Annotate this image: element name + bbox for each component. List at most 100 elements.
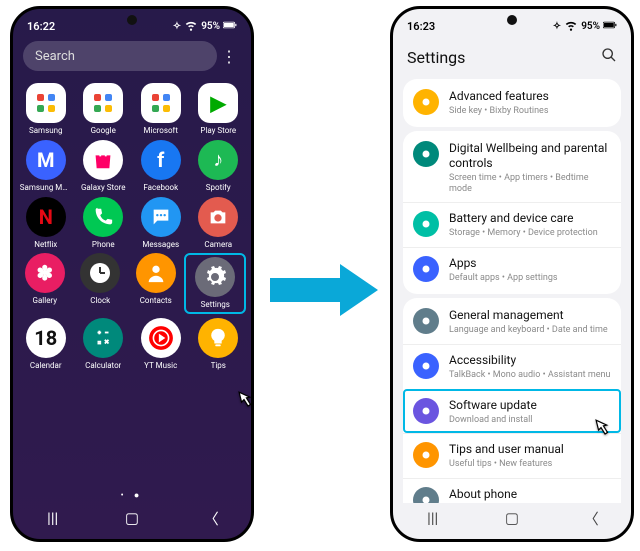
battery-icon [603, 18, 617, 35]
app-facebook[interactable]: f Facebook [134, 140, 188, 193]
msg-icon [141, 197, 181, 237]
status-time: 16:23 [407, 20, 435, 33]
settings-row-about-phone[interactable]: About phoneStatus • Legal information • … [403, 478, 621, 503]
app-label: Contacts [140, 297, 172, 306]
app-phone[interactable]: Phone [76, 197, 130, 250]
gear-icon [195, 257, 235, 297]
settings-row-accessibility[interactable]: AccessibilityTalkBack • Mono audio • Ass… [403, 344, 621, 389]
vibrate-icon: ✧ [553, 21, 561, 32]
app-label: Gallery [33, 297, 58, 306]
settings-row-battery-and-device-care[interactable]: Battery and device careStorage • Memory … [403, 202, 621, 247]
app-label: Clock [90, 297, 110, 306]
settings-row-title: Software update [449, 398, 611, 413]
phone-left: 16:22 ✧ 95% Search ⋮ Samsung GoogleMicros… [10, 6, 254, 542]
app-galaxy-store[interactable]: Galaxy Store [76, 140, 130, 193]
status-icons: ✧ 95% [173, 18, 237, 35]
app-calculator[interactable]: Calculator [76, 318, 130, 371]
status-icons: ✧ 95% [553, 18, 617, 35]
app-contacts[interactable]: Contacts [129, 253, 183, 314]
app-yt-music[interactable]: YT Music [134, 318, 188, 371]
status-bar: 16:22 ✧ 95% [13, 15, 251, 37]
grid-icon [141, 83, 181, 123]
app-tips[interactable]: Tips [191, 318, 245, 371]
settings-row-icon [413, 308, 439, 334]
nav-recents[interactable]: ||| [418, 509, 448, 527]
app-label: Spotify [206, 184, 231, 193]
app-google[interactable]: Google [76, 83, 130, 136]
spotify-icon: ♪ [198, 140, 238, 180]
app-spotify[interactable]: ♪ Spotify [191, 140, 245, 193]
settings-card: General managementLanguage and keyboard … [403, 298, 621, 503]
status-time: 16:22 [27, 20, 55, 33]
wifi-icon [184, 18, 198, 35]
app-microsoft[interactable]: Microsoft [134, 83, 188, 136]
app-netflix[interactable]: NNetflix [19, 197, 73, 250]
page-indicator: • ● [13, 490, 251, 501]
calc-icon [83, 318, 123, 358]
app-gallery[interactable]: ✽Gallery [18, 253, 72, 314]
app-messages[interactable]: Messages [134, 197, 188, 250]
settings-row-software-update[interactable]: Software update Download and install [403, 389, 621, 434]
nav-recents[interactable]: ||| [38, 509, 68, 527]
app-settings[interactable]: Settings [184, 253, 246, 314]
nav-home[interactable]: ▢ [497, 509, 527, 527]
settings-row-digital-wellbeing-and-parental-controls[interactable]: Digital Wellbeing and parental controlsS… [403, 133, 621, 203]
settings-row-icon [413, 398, 439, 424]
person-icon [136, 253, 176, 293]
search-input[interactable]: Search [23, 41, 217, 71]
settings-row-sub: Useful tips • New features [449, 459, 611, 470]
search-icon[interactable] [601, 47, 617, 67]
app-calendar[interactable]: 18Calendar [19, 318, 73, 371]
app-play-store[interactable]: ▶Play Store [191, 83, 245, 136]
app-samsung-members[interactable]: MSamsung Members [19, 140, 73, 193]
app-label: Samsung [29, 127, 63, 136]
app-label: Galaxy Store [81, 184, 126, 193]
settings-row-icon [413, 256, 439, 282]
ytmusic-icon [141, 318, 181, 358]
grid-icon [83, 83, 123, 123]
more-menu-button[interactable]: ⋮ [217, 47, 241, 66]
app-camera[interactable]: Camera [191, 197, 245, 250]
settings-row-title: Battery and device care [449, 211, 611, 226]
page-title: Settings [407, 48, 465, 67]
app-grid[interactable]: Samsung GoogleMicrosoft▶Play Store MSamsun… [13, 79, 251, 487]
settings-row-sub: Download and install [449, 415, 611, 426]
settings-row-advanced-features[interactable]: Advanced featuresSide key • Bixby Routin… [403, 81, 621, 125]
battery-pct: 95% [201, 21, 220, 32]
nav-bar: ||| ▢ 〈 [393, 505, 631, 531]
settings-row-icon [413, 353, 439, 379]
settings-row-general-management[interactable]: General managementLanguage and keyboard … [403, 300, 621, 344]
nav-back[interactable]: 〈 [576, 508, 606, 529]
settings-row-title: Apps [449, 256, 611, 271]
settings-card: Digital Wellbeing and parental controlsS… [403, 131, 621, 294]
app-label: Phone [92, 241, 115, 250]
grid-icon [26, 83, 66, 123]
facebook-icon: f [141, 140, 181, 180]
cam-icon [198, 197, 238, 237]
settings-row-icon [413, 211, 439, 237]
app-label: Facebook [143, 184, 178, 193]
settings-row-icon [413, 141, 439, 167]
battery-pct: 95% [581, 21, 600, 32]
nav-home[interactable]: ▢ [117, 509, 147, 527]
settings-header: Settings [393, 39, 631, 75]
nav-back[interactable]: 〈 [196, 508, 226, 529]
app-label: Samsung Members [20, 184, 72, 193]
clock-icon [80, 253, 120, 293]
arrow-icon [270, 260, 380, 320]
settings-row-tips-and-user-manual[interactable]: Tips and user manualUseful tips • New fe… [403, 433, 621, 478]
settings-row-title: General management [449, 308, 611, 323]
settings-row-title: Advanced features [449, 89, 611, 104]
app-samsung[interactable]: Samsung [19, 83, 73, 136]
settings-row-apps[interactable]: AppsDefault apps • App settings [403, 247, 621, 292]
settings-row-icon [413, 487, 439, 503]
app-label: Messages [142, 241, 179, 250]
vibrate-icon: ✧ [173, 21, 181, 32]
app-clock[interactable]: Clock [73, 253, 127, 314]
wifi-icon [564, 18, 578, 35]
settings-card: Advanced featuresSide key • Bixby Routin… [403, 79, 621, 127]
settings-list[interactable]: Advanced featuresSide key • Bixby Routin… [393, 75, 631, 503]
nav-bar: ||| ▢ 〈 [13, 505, 251, 531]
settings-row-icon [413, 442, 439, 468]
calendar-icon: 18 [26, 318, 66, 358]
